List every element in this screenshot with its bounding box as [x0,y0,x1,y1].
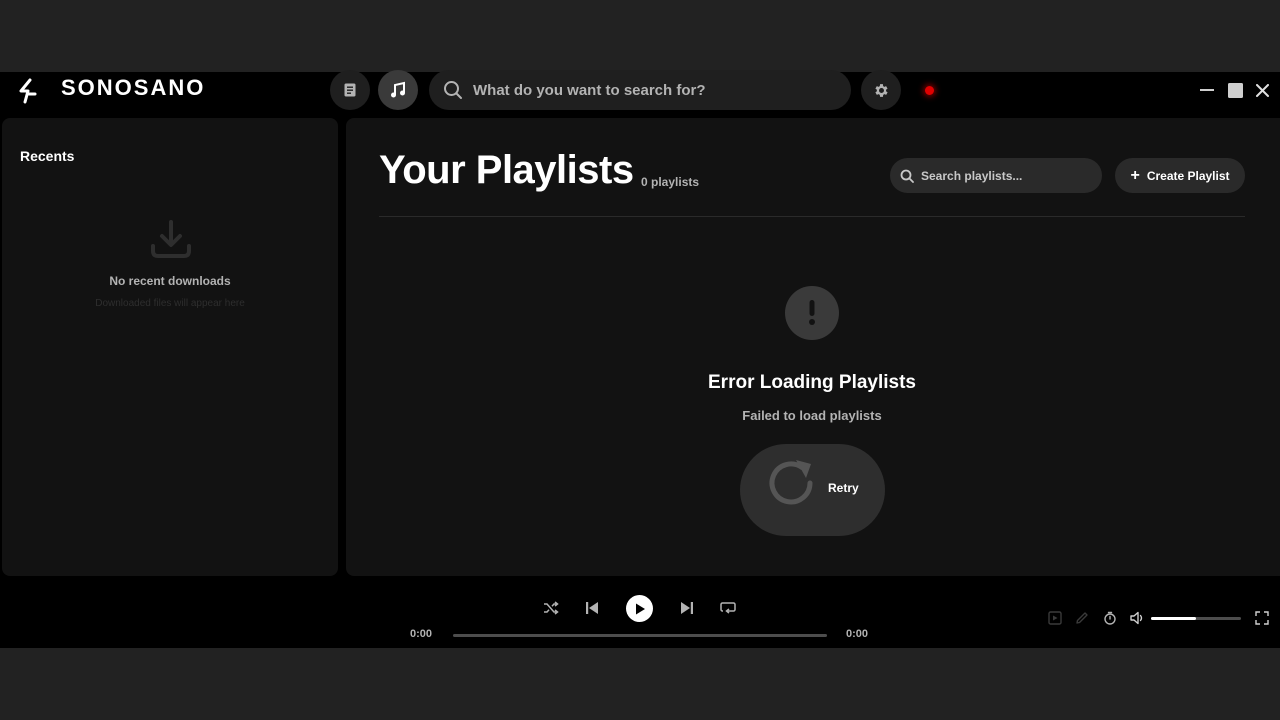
error-message: Failed to load playlists [742,408,882,423]
progress-bar[interactable] [453,634,827,637]
recents-sidebar: Recents No recent downloads Downloaded f… [2,118,338,576]
create-playlist-button[interactable]: + Create Playlist [1115,158,1245,193]
music-button[interactable] [378,70,418,110]
fullscreen-button[interactable] [1254,610,1270,626]
logo-icon [19,78,37,104]
shuffle-icon [544,601,559,615]
volume-button[interactable] [1129,610,1145,626]
header-divider [379,216,1245,217]
queue-icon [1048,611,1062,625]
retry-label: Retry [828,481,859,495]
edit-icon [1076,612,1088,624]
gear-icon [874,83,888,97]
repeat-button[interactable] [718,598,738,618]
recording-indicator [925,86,934,95]
minimize-icon [1200,89,1214,91]
fullscreen-icon [1255,611,1269,625]
minimize-button[interactable] [1197,80,1217,100]
timer-icon [1104,611,1116,625]
plus-icon: + [1130,166,1140,184]
queue-button[interactable] [1047,610,1063,626]
edit-button[interactable] [1074,610,1090,626]
close-button[interactable] [1252,80,1272,100]
download-icon [151,220,191,258]
play-button[interactable] [626,595,653,622]
next-icon [681,602,693,614]
previous-button[interactable] [582,598,602,618]
sleep-timer-button[interactable] [1102,610,1118,626]
maximize-button[interactable] [1225,80,1245,100]
create-playlist-label: Create Playlist [1146,168,1230,183]
volume-fill [1151,617,1196,620]
player-bar: 0:00 0:00 [0,578,1280,648]
empty-downloads-title: No recent downloads [109,274,231,288]
playlists-panel: Your Playlists 0 playlists + Create Play… [346,118,1280,576]
retry-button[interactable]: Retry [740,444,885,536]
total-time: 0:00 [846,628,869,640]
volume-icon [1129,611,1142,625]
volume-slider[interactable] [1151,617,1241,620]
maximize-icon [1227,82,1243,98]
title-bar: SONOSANO [0,70,1280,116]
close-icon [1255,83,1269,97]
next-button[interactable] [677,598,697,618]
brand-name: SONOSANO [61,75,206,100]
exclamation-icon [809,300,815,325]
playlist-search-input[interactable] [921,168,1091,183]
app-window: SONOSANO What do you want to search for?… [0,70,1280,648]
search-icon [900,169,914,183]
library-icon [344,83,356,97]
playlist-count: 0 playlists [641,175,700,189]
search-icon [444,81,462,99]
settings-button[interactable] [861,70,901,110]
repeat-icon [720,602,736,614]
playlist-search-bar[interactable] [890,158,1102,193]
recents-title: Recents [20,148,75,164]
error-icon-container [785,286,839,340]
global-search-bar[interactable] [429,70,851,110]
library-button[interactable] [330,70,370,110]
current-time: 0:00 [410,628,433,640]
global-search-input[interactable] [473,81,833,99]
shuffle-button[interactable] [541,598,561,618]
previous-icon [586,602,598,614]
refresh-icon [769,460,813,505]
music-note-icon [391,81,405,98]
error-title: Error Loading Playlists [708,372,916,393]
empty-downloads-subtitle: Downloaded files will appear here [95,298,245,309]
page-title: Your Playlists [379,148,634,192]
play-icon [635,603,645,614]
